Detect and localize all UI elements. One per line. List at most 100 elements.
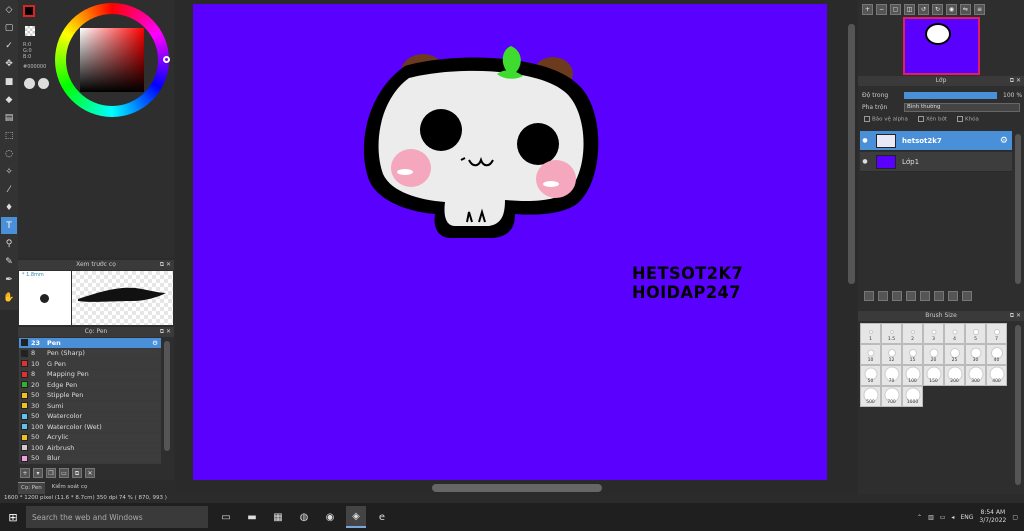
- layer-row-hetsot2k7[interactable]: ● hetsot2k7 ⚙: [860, 131, 1012, 151]
- flip-icon[interactable]: ⇋: [960, 4, 971, 15]
- fit-icon[interactable]: ▢: [890, 4, 901, 15]
- brush-item[interactable]: 8 Mapping Pen: [19, 369, 161, 380]
- brush-list-scrollbar[interactable]: [164, 341, 170, 451]
- brush-size-cell[interactable]: 3: [923, 323, 944, 344]
- actual-size-icon[interactable]: ◫: [904, 4, 915, 15]
- brush-item[interactable]: 50 Stipple Pen: [19, 390, 161, 401]
- app-green-icon[interactable]: ◍: [294, 506, 314, 528]
- gradient-icon[interactable]: ▤: [1, 109, 17, 126]
- folder-icon[interactable]: ▭: [59, 468, 69, 478]
- color-wheel[interactable]: [55, 3, 170, 117]
- brush-size-cell[interactable]: 700: [881, 386, 902, 407]
- canvas-vertical-scrollbar[interactable]: [848, 24, 855, 284]
- visibility-icon[interactable]: ●: [860, 137, 870, 144]
- opacity-slider[interactable]: [904, 91, 997, 99]
- select-rect-icon[interactable]: ▢: [1, 19, 17, 36]
- brush-item[interactable]: 20 Edge Pen: [19, 380, 161, 391]
- brush-item[interactable]: 50 Blur: [19, 453, 161, 464]
- background-color-swatch[interactable]: [25, 26, 35, 36]
- store-icon[interactable]: ▦: [268, 506, 288, 528]
- brush-size-cell[interactable]: 5: [965, 323, 986, 344]
- paint-app-icon[interactable]: ◈: [346, 506, 366, 528]
- shape-icon[interactable]: ⚲: [1, 235, 17, 252]
- brush-size-cell[interactable]: 40: [986, 344, 1007, 365]
- copy-layer-icon[interactable]: [892, 291, 902, 301]
- brush-size-cell[interactable]: 1.5: [881, 323, 902, 344]
- menu-icon[interactable]: ≡: [974, 4, 985, 15]
- navigator-thumbnail[interactable]: [903, 17, 980, 75]
- new-layer-alt-icon[interactable]: [878, 291, 888, 301]
- fill-icon[interactable]: ■: [1, 73, 17, 90]
- network-icon[interactable]: ▥: [928, 514, 934, 521]
- brush-item[interactable]: 100 Airbrush: [19, 443, 161, 454]
- brush-size-cell[interactable]: 30: [965, 344, 986, 365]
- bucket-icon[interactable]: ◆: [1, 91, 17, 108]
- pen-icon[interactable]: ✒: [1, 271, 17, 288]
- eraser-icon[interactable]: ◇: [1, 1, 17, 18]
- brush-size-cell[interactable]: 1: [860, 323, 881, 344]
- brush-item[interactable]: 10 G Pen: [19, 359, 161, 370]
- brush-size-cell[interactable]: 4: [944, 323, 965, 344]
- battery-icon[interactable]: ▭: [940, 514, 946, 521]
- move-icon[interactable]: ✥: [1, 55, 17, 72]
- tab-brush[interactable]: Cọ: Pen: [18, 482, 45, 494]
- eyedropper-icon[interactable]: ⁄: [1, 181, 17, 198]
- brush-size-cell[interactable]: 400: [986, 365, 1007, 386]
- brush-menu-icon[interactable]: ▾: [33, 468, 43, 478]
- layer-scrollbar[interactable]: [1015, 134, 1021, 284]
- panel-controls[interactable]: ⧉ ✕: [1010, 311, 1021, 321]
- brush-size-cell[interactable]: 15: [902, 344, 923, 365]
- artboard[interactable]: HETSOT2K7 HOIDAP247: [193, 4, 827, 480]
- brush-item[interactable]: 100 Watercolor (Wet): [19, 422, 161, 433]
- hue-marker[interactable]: [163, 56, 170, 63]
- zoom-in-icon[interactable]: +: [862, 4, 873, 15]
- brush-size-cell[interactable]: 50: [860, 365, 881, 386]
- gear-icon[interactable]: ⚙: [152, 339, 158, 347]
- reset-rotate-icon[interactable]: ◉: [946, 4, 957, 15]
- text-icon[interactable]: T: [1, 217, 17, 234]
- lasso-icon[interactable]: ◌: [1, 145, 17, 162]
- brush-size-cell[interactable]: 300: [965, 365, 986, 386]
- brush-size-cell[interactable]: 150: [923, 365, 944, 386]
- brush-item[interactable]: 23 Pen ⚙: [19, 338, 161, 349]
- brush-size-cell[interactable]: 70: [881, 365, 902, 386]
- zoom-app-icon[interactable]: ◉: [320, 506, 340, 528]
- brush-size-cell[interactable]: 200: [944, 365, 965, 386]
- tab-brush-control[interactable]: Kiểm soát cọ: [49, 482, 91, 494]
- trash-icon[interactable]: [962, 291, 972, 301]
- new-layer-icon[interactable]: [864, 291, 874, 301]
- pen-check-icon[interactable]: ✓: [1, 37, 17, 54]
- taskbar-search[interactable]: Search the web and Windows: [26, 506, 208, 528]
- brush-item[interactable]: 30 Sumi: [19, 401, 161, 412]
- brush-size-cell[interactable]: 1000: [902, 386, 923, 407]
- select-icon[interactable]: ⬚: [1, 127, 17, 144]
- windows-start-icon[interactable]: ⊞: [0, 503, 26, 531]
- duplicate-icon[interactable]: ⧉: [72, 468, 82, 478]
- keyboard-lang[interactable]: ENG: [960, 514, 973, 521]
- magic-wand-icon[interactable]: ✧: [1, 163, 17, 180]
- brush-icon[interactable]: ✎: [1, 253, 17, 270]
- tray-up-icon[interactable]: ⌃: [917, 514, 922, 521]
- brush-size-cell[interactable]: 100: [902, 365, 923, 386]
- saturation-value-square[interactable]: [80, 28, 144, 92]
- gear-icon[interactable]: ⚙: [1000, 136, 1008, 146]
- protect-alpha-checkbox[interactable]: Bảo vệ alpha: [864, 115, 908, 122]
- merge-icon[interactable]: [934, 291, 944, 301]
- file-explorer-icon[interactable]: ▬: [242, 506, 262, 528]
- layer-row-lop1[interactable]: ● Lớp1: [860, 152, 1012, 172]
- visibility-icon[interactable]: ●: [860, 158, 870, 165]
- foreground-color-swatch[interactable]: [23, 5, 35, 17]
- edge-icon[interactable]: e: [372, 506, 392, 528]
- folder-icon[interactable]: [920, 291, 930, 301]
- panel-controls[interactable]: ⧉ ✕: [1010, 76, 1021, 86]
- clipping-checkbox[interactable]: Xén bớt: [917, 115, 947, 122]
- layer-menu-icon[interactable]: [906, 291, 916, 301]
- hand-icon[interactable]: ✋: [1, 289, 17, 306]
- trash-icon[interactable]: ✕: [85, 468, 95, 478]
- brush-size-cell[interactable]: 10: [860, 344, 881, 365]
- add-brush-icon[interactable]: +: [20, 468, 30, 478]
- brush-size-cell[interactable]: 12: [881, 344, 902, 365]
- zoom-out-icon[interactable]: −: [876, 4, 887, 15]
- brush-size-cell[interactable]: 20: [923, 344, 944, 365]
- palette-alt-icon[interactable]: [38, 78, 49, 89]
